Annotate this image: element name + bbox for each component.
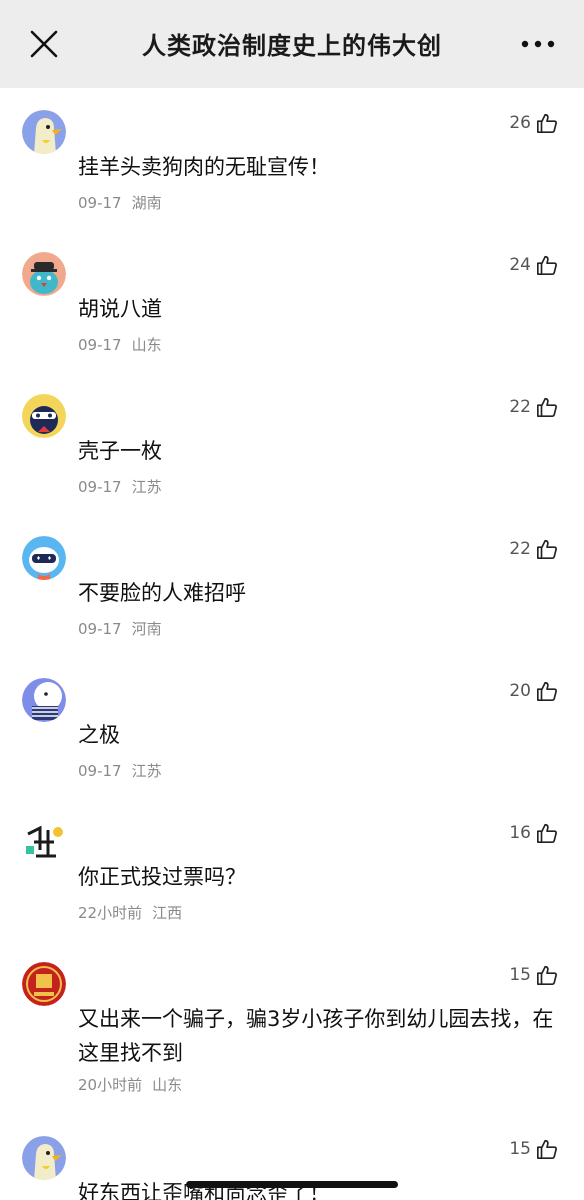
thumbs-up-icon: [537, 255, 557, 275]
like-count: 22: [509, 397, 531, 417]
avatar[interactable]: [22, 820, 66, 864]
thumbs-up-icon: [537, 823, 557, 843]
comment-item: 22 壳子一枚 09-17 江苏: [0, 394, 584, 514]
penguin-avatar-icon: [22, 394, 66, 438]
comment-item: 20 之极 09-17 江苏: [0, 678, 584, 798]
close-icon: [30, 30, 58, 58]
duck-avatar-icon: [22, 110, 66, 154]
thumbs-up-icon: [537, 1139, 557, 1159]
thumbs-up-icon: [537, 965, 557, 985]
like-count: 16: [509, 823, 531, 843]
bird-avatar-icon: [22, 252, 66, 296]
comment-text: 你正式投过票吗？: [78, 865, 246, 889]
page-title: 人类政治制度史上的伟大创: [142, 32, 442, 60]
comment-meta: 09-17 河南: [78, 618, 162, 639]
like-button[interactable]: 15: [509, 962, 558, 988]
comment-meta: 09-17 江苏: [78, 476, 162, 497]
comment-region: 江西: [152, 904, 183, 922]
comment-time: 09-17: [78, 620, 122, 638]
avatar[interactable]: [22, 110, 66, 154]
avatar[interactable]: [22, 678, 66, 722]
comment-region: 山东: [131, 336, 162, 354]
comment-meta: 20小时前 山东: [78, 1074, 182, 1095]
comment-meta: 09-17 江苏: [78, 760, 162, 781]
comment-region: 江苏: [131, 762, 162, 780]
like-count: 20: [509, 681, 531, 701]
like-count: 24: [509, 255, 531, 275]
comment-time: 09-17: [78, 336, 122, 354]
comment-item: 24 胡说八道 09-17 山东: [0, 252, 584, 372]
comment-time: 09-17: [78, 194, 122, 212]
avatar[interactable]: [22, 962, 66, 1006]
comment-meta: 09-17 山东: [78, 334, 162, 355]
like-button[interactable]: 22: [509, 394, 558, 420]
thumbs-up-icon: [537, 539, 557, 559]
like-button[interactable]: 20: [509, 678, 558, 704]
like-button[interactable]: 15: [509, 1136, 558, 1162]
like-button[interactable]: 24: [509, 252, 558, 278]
avatar[interactable]: [22, 1136, 66, 1180]
like-count: 26: [509, 113, 531, 133]
more-icon: [521, 40, 555, 48]
like-button[interactable]: 16: [509, 820, 558, 846]
seal-avatar-icon: [22, 962, 66, 1006]
close-button[interactable]: [26, 24, 62, 64]
like-count: 22: [509, 539, 531, 559]
comment-text: 挂羊头卖狗肉的无耻宣传！: [78, 155, 330, 179]
comment-item: 26 挂羊头卖狗肉的无耻宣传！ 09-17 湖南: [0, 110, 584, 230]
comment-text: 之极: [78, 723, 120, 747]
top-bar: 人类政治制度史上的伟大创: [0, 0, 584, 88]
thumbs-up-icon: [537, 681, 557, 701]
doodle-avatar-icon: [22, 820, 66, 864]
comment-text: 好东西让歪嘴和尚念歪了！: [78, 1181, 330, 1200]
avatar[interactable]: [22, 394, 66, 438]
thumbs-up-icon: [537, 113, 557, 133]
comment-item: 15 好东西让歪嘴和尚念歪了！: [0, 1136, 584, 1200]
comment-region: 山东: [152, 1076, 183, 1094]
like-button[interactable]: 22: [509, 536, 558, 562]
comment-item: 15 又出来一个骗子，骗3岁小孩子你到幼儿园去找，在这里找不到 20小时前 山东: [0, 962, 584, 1122]
thumbs-up-icon: [537, 397, 557, 417]
like-count: 15: [509, 965, 531, 985]
comment-time: 22小时前: [78, 904, 143, 922]
comment-item: 22 不要脸的人难招呼 09-17 河南: [0, 536, 584, 656]
comment-text: 胡说八道: [78, 297, 162, 321]
more-button[interactable]: [518, 24, 558, 64]
avatar[interactable]: [22, 252, 66, 296]
comment-item: 16 你正式投过票吗？ 22小时前 江西: [0, 820, 584, 940]
comment-time: 09-17: [78, 762, 122, 780]
comment-text: 又出来一个骗子，骗3岁小孩子你到幼儿园去找，在这里找不到: [78, 1007, 554, 1065]
comment-time: 20小时前: [78, 1076, 143, 1094]
robot-avatar-icon: [22, 536, 66, 580]
comment-meta: 22小时前 江西: [78, 902, 182, 923]
comment-text: 不要脸的人难招呼: [78, 581, 246, 605]
cat-avatar-icon: [22, 678, 66, 722]
home-indicator[interactable]: [186, 1181, 398, 1188]
comment-region: 湖南: [131, 194, 162, 212]
comment-meta: 09-17 湖南: [78, 192, 162, 213]
comment-region: 河南: [131, 620, 162, 638]
duck-avatar-icon: [22, 1136, 66, 1180]
like-button[interactable]: 26: [509, 110, 558, 136]
avatar[interactable]: [22, 536, 66, 580]
like-count: 15: [509, 1139, 531, 1159]
comment-time: 09-17: [78, 478, 122, 496]
comment-region: 江苏: [131, 478, 162, 496]
comment-text: 壳子一枚: [78, 439, 162, 463]
